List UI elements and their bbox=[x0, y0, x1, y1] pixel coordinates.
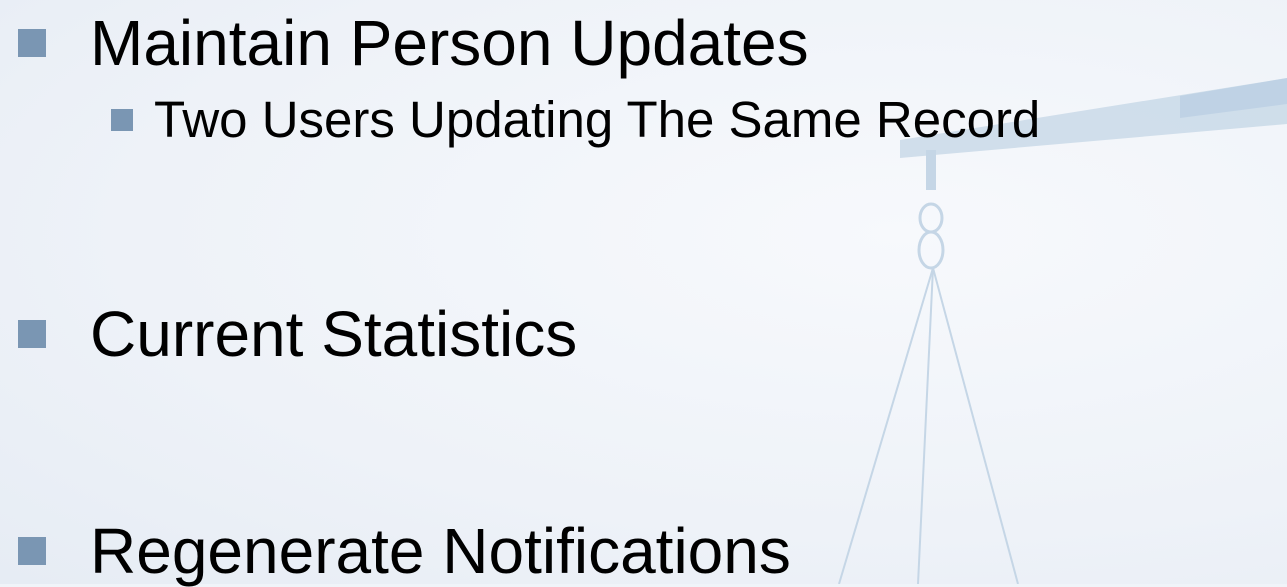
square-bullet-icon bbox=[111, 108, 133, 131]
sub-bullet-text: Two Users Updating The Same Record bbox=[154, 91, 1041, 148]
bullet-text: Current Statistics bbox=[90, 298, 578, 370]
balance-scale-icon bbox=[838, 78, 1287, 584]
bullet-item-maintain-person-updates: Maintain Person Updates bbox=[18, 11, 809, 75]
square-bullet-icon bbox=[18, 320, 46, 348]
square-bullet-icon bbox=[18, 537, 46, 565]
bullet-item-regenerate-notifications: Regenerate Notifications bbox=[18, 519, 791, 583]
square-bullet-icon bbox=[18, 29, 46, 57]
bullet-item-current-statistics: Current Statistics bbox=[18, 302, 577, 366]
sub-bullet-item-two-users: Two Users Updating The Same Record bbox=[111, 94, 1040, 145]
bullet-text: Regenerate Notifications bbox=[90, 515, 791, 587]
bullet-text: Maintain Person Updates bbox=[90, 7, 809, 79]
